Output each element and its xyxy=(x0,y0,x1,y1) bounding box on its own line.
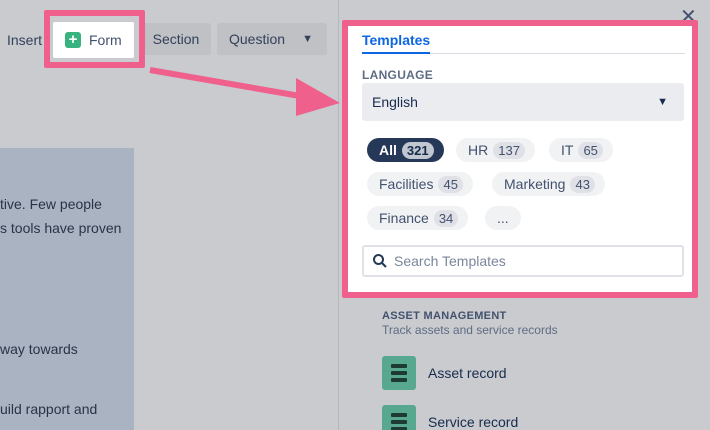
form-highlight-box xyxy=(44,10,145,68)
chevron-down-icon: ▼ xyxy=(657,96,668,108)
template-item-label: Service record xyxy=(428,414,519,430)
filter-chip-count: 65 xyxy=(578,141,603,159)
filter-chip-all[interactable]: All 321 xyxy=(367,138,444,162)
filter-chip-marketing[interactable]: Marketing 43 xyxy=(492,172,605,196)
category-description: Track assets and service records xyxy=(382,323,558,337)
language-select[interactable]: English ▼ xyxy=(362,83,684,121)
language-value: English xyxy=(372,94,418,110)
templates-panel: Templates LANGUAGE English ▼ All 321 HR … xyxy=(348,26,692,292)
filter-chip-count: 45 xyxy=(438,175,463,193)
search-placeholder: Search Templates xyxy=(394,253,506,269)
form-template-icon xyxy=(382,356,416,390)
filter-chip-count: 34 xyxy=(433,209,459,227)
template-item-label: Asset record xyxy=(428,365,507,381)
filter-chip-finance[interactable]: Finance 34 xyxy=(367,206,469,230)
filter-chip-label: All xyxy=(379,142,397,158)
filter-chip-label: Marketing xyxy=(504,176,566,192)
filter-chip-it[interactable]: IT 65 xyxy=(549,138,613,162)
filter-chip-label: Finance xyxy=(379,210,429,226)
document-text-line: uild rapport and xyxy=(0,401,98,417)
filter-chip-label: HR xyxy=(468,142,489,158)
search-templates-field[interactable]: Search Templates xyxy=(362,245,684,277)
filter-chip-label: Facilities xyxy=(379,176,434,192)
document-content xyxy=(0,148,134,430)
filter-chip-label: IT xyxy=(561,142,574,158)
language-label: LANGUAGE xyxy=(362,68,434,82)
template-item-asset-record[interactable]: Asset record xyxy=(382,356,507,390)
filter-chip-more[interactable]: ... xyxy=(485,206,521,230)
template-item-service-record[interactable]: Service record xyxy=(382,405,518,430)
tab-templates[interactable]: Templates xyxy=(362,32,430,48)
filter-chip-hr[interactable]: HR 137 xyxy=(456,138,535,162)
chevron-down-icon: ▼ xyxy=(302,33,313,45)
tab-active-indicator xyxy=(362,52,430,54)
question-label: Question xyxy=(229,31,286,47)
document-text-line: way towards xyxy=(0,341,78,357)
form-template-icon xyxy=(382,405,416,430)
filter-chip-count: 321 xyxy=(401,141,434,159)
document-text-line: s tools have proven xyxy=(0,220,122,236)
filter-chip-label: ... xyxy=(497,210,509,226)
section-button[interactable]: Section xyxy=(141,23,211,55)
question-dropdown[interactable]: Question ▼ xyxy=(217,23,327,55)
filter-chip-count: 43 xyxy=(570,175,595,193)
filter-chip-facilities[interactable]: Facilities 45 xyxy=(367,172,473,196)
filter-chip-count: 137 xyxy=(493,141,525,159)
search-icon xyxy=(373,254,387,268)
document-text-line: tive. Few people xyxy=(0,196,102,212)
category-title: ASSET MANAGEMENT xyxy=(382,310,507,322)
insert-label[interactable]: Insert xyxy=(7,24,42,56)
